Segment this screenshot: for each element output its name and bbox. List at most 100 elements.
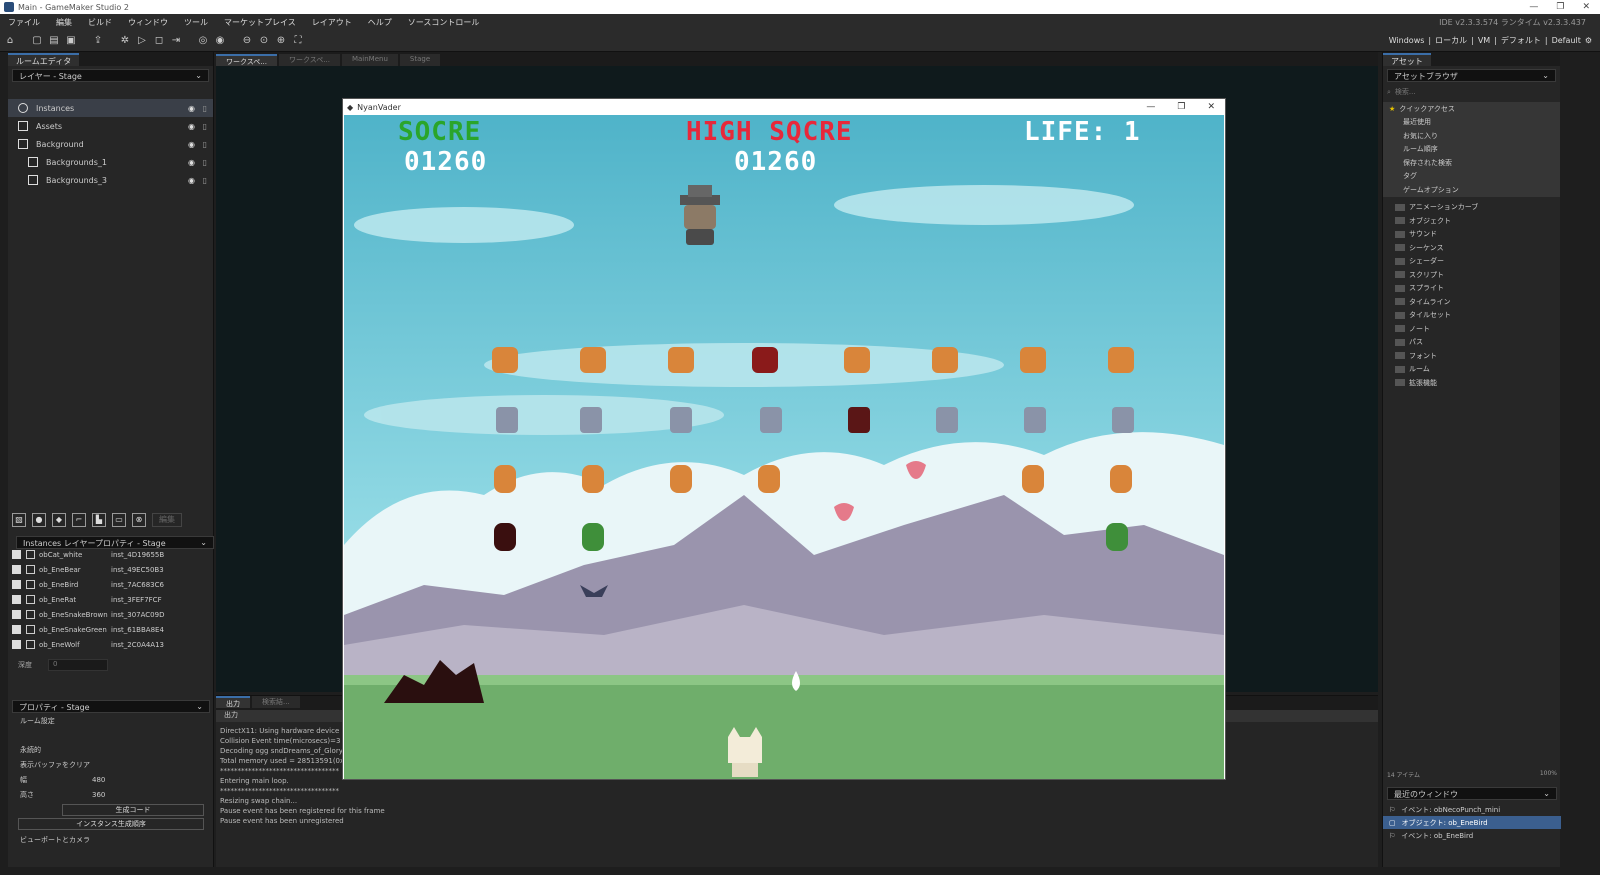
target-device[interactable]: ローカル [1435,35,1467,46]
room-settings-header[interactable]: ルーム設定 [12,713,210,728]
properties-dropdown[interactable]: プロパティ - Stage ⌄ [12,700,210,713]
instance-row[interactable]: ob_EneRat inst_3FEF7FCF [12,592,210,607]
quick-item[interactable]: お気に入り [1383,129,1560,143]
menu-window[interactable]: ウィンドウ [120,17,176,28]
folder-item[interactable]: スプライト [1383,282,1560,296]
menu-help[interactable]: ヘルプ [360,17,400,28]
package-icon[interactable]: ⇪ [91,34,105,48]
clean-icon[interactable]: ⇥ [169,34,183,48]
add-background-layer-icon[interactable]: ▧ [12,513,26,527]
zoom-reset-icon[interactable]: ⊙ [257,34,271,48]
add-folder-icon[interactable]: ▭ [112,513,126,527]
folder-item[interactable]: オブジェクト [1383,214,1560,228]
folder-item[interactable]: タイムライン [1383,295,1560,309]
menu-source-control[interactable]: ソースコントロール [400,17,488,28]
quick-item[interactable]: タグ [1383,170,1560,184]
open-project-icon[interactable]: ▤ [47,34,61,48]
add-asset-layer-icon[interactable]: ▙ [92,513,106,527]
add-tile-layer-icon[interactable]: ◆ [52,513,66,527]
instance-row[interactable]: ob_EneWolf inst_2C0A4A13 [12,637,210,652]
instance-order-button[interactable]: インスタンス生成順序 [18,818,204,830]
recent-item[interactable]: ▢ オブジェクト: ob_EneBird [1383,816,1561,829]
target-layout[interactable]: Default [1552,36,1581,45]
game-canvas[interactable]: SOCRE 01260 HIGH SQCRE 01260 LIFE: 1 [344,115,1224,779]
depth-input[interactable]: 0 [48,659,108,671]
layer-background[interactable]: Background ◉ ▯ [8,135,213,153]
settings-icon[interactable]: ◉ [213,34,227,48]
zoom-in-icon[interactable]: ⊕ [274,34,288,48]
game-close-button[interactable]: ✕ [1207,102,1215,112]
tab-mainmenu[interactable]: MainMenu [341,54,398,66]
stop-icon[interactable]: ◻ [152,34,166,48]
recent-item[interactable]: ⚐ イベント: ob_EneBird [1383,829,1561,842]
folder-item[interactable]: フォント [1383,349,1560,363]
quick-access-header[interactable]: ★ クイックアクセス [1383,102,1560,116]
delete-layer-icon[interactable]: ⊗ [132,513,146,527]
menu-file[interactable]: ファイル [0,17,48,28]
tab-output[interactable]: 出力 [216,696,250,708]
save-icon[interactable]: ▣ [64,34,78,48]
folder-item[interactable]: ノート [1383,322,1560,336]
tab-room-editor[interactable]: ルームエディタ [8,53,80,66]
instance-row[interactable]: ob_EneSnakeBrown inst_307AC09D [12,607,210,622]
instance-row[interactable]: ob_EneSnakeGreen inst_61BBA8E4 [12,622,210,637]
quick-item[interactable]: ゲームオプション [1383,183,1560,197]
add-path-layer-icon[interactable]: ⌐ [72,513,86,527]
minimize-button[interactable]: — [1529,2,1538,12]
debug-icon[interactable]: ✲ [118,34,132,48]
zoom-out-icon[interactable]: ⊖ [240,34,254,48]
game-minimize-button[interactable]: — [1146,102,1155,112]
folder-item[interactable]: スクリプト [1383,268,1560,282]
layer-backgrounds-1[interactable]: Backgrounds_1 ◉ ▯ [8,153,213,171]
gear-icon[interactable]: ⚙ [1585,36,1592,45]
asset-browser-dropdown[interactable]: アセットブラウザ ⌄ [1387,69,1556,82]
recent-windows-dropdown[interactable]: 最近のウィンドウ ⌄ [1387,787,1557,800]
target-platform[interactable]: Windows [1389,36,1425,45]
asset-search[interactable]: ⌕ 検索... [1387,86,1556,98]
folder-item[interactable]: シェーダー [1383,255,1560,269]
target-icon[interactable]: ◎ [196,34,210,48]
home-icon[interactable]: ⌂ [3,34,17,48]
viewports-header[interactable]: ビューポートとカメラ [12,832,210,847]
menu-marketplace[interactable]: マーケットプレイス [216,17,304,28]
tab-stage[interactable]: Stage [399,54,441,66]
target-vm[interactable]: VM [1478,36,1490,45]
tab-assets[interactable]: アセット [1383,53,1431,66]
menu-layout[interactable]: レイアウト [304,17,360,28]
clear-buffer-checkbox[interactable]: 表示バッファをクリア [12,757,210,772]
persistent-checkbox[interactable]: 永続的 [12,742,210,757]
maximize-button[interactable]: ❐ [1556,2,1564,12]
menu-build[interactable]: ビルド [80,17,120,28]
run-icon[interactable]: ▷ [135,34,149,48]
game-maximize-button[interactable]: ❐ [1177,102,1185,112]
instance-row[interactable]: ob_EneBird inst_7AC683C6 [12,577,210,592]
folder-item[interactable]: ルーム [1383,363,1560,377]
add-instance-layer-icon[interactable]: ● [32,513,46,527]
instance-row[interactable]: ob_EneBear inst_49EC50B3 [12,562,210,577]
instance-row[interactable]: obCat_white inst_4D19655B [12,547,210,562]
layer-backgrounds-3[interactable]: Backgrounds_3 ◉ ▯ [8,171,213,189]
tab-search-results[interactable]: 検索結... [252,696,300,708]
menu-tools[interactable]: ツール [176,17,216,28]
layer-instances[interactable]: Instances ◉ ▯ [8,99,213,117]
creation-code-button[interactable]: 生成コード [62,804,204,816]
tab-workspace-2[interactable]: ワークスペ... [278,54,340,66]
folder-item[interactable]: 拡張機能 [1383,376,1560,390]
folder-item[interactable]: シーケンス [1383,241,1560,255]
folder-item[interactable]: パス [1383,336,1560,350]
quick-item[interactable]: 保存された検索 [1383,156,1560,170]
layer-assets[interactable]: Assets ◉ ▯ [8,117,213,135]
layer-dropdown[interactable]: レイヤー - Stage ⌄ [12,69,209,82]
width-input[interactable]: 480 [92,776,105,784]
target-config[interactable]: デフォルト [1501,35,1541,46]
folder-item[interactable]: タイルセット [1383,309,1560,323]
new-project-icon[interactable]: ▢ [30,34,44,48]
close-button[interactable]: ✕ [1582,2,1590,12]
edit-button[interactable]: 編集 [152,513,182,527]
height-input[interactable]: 360 [92,791,105,799]
folder-item[interactable]: アニメーションカーブ [1383,201,1560,215]
quick-item[interactable]: ルーム順序 [1383,143,1560,157]
recent-item[interactable]: ⚐ イベント: obNecoPunch_mini [1383,803,1561,816]
folder-item[interactable]: サウンド [1383,228,1560,242]
quick-item[interactable]: 最近使用 [1383,116,1560,130]
